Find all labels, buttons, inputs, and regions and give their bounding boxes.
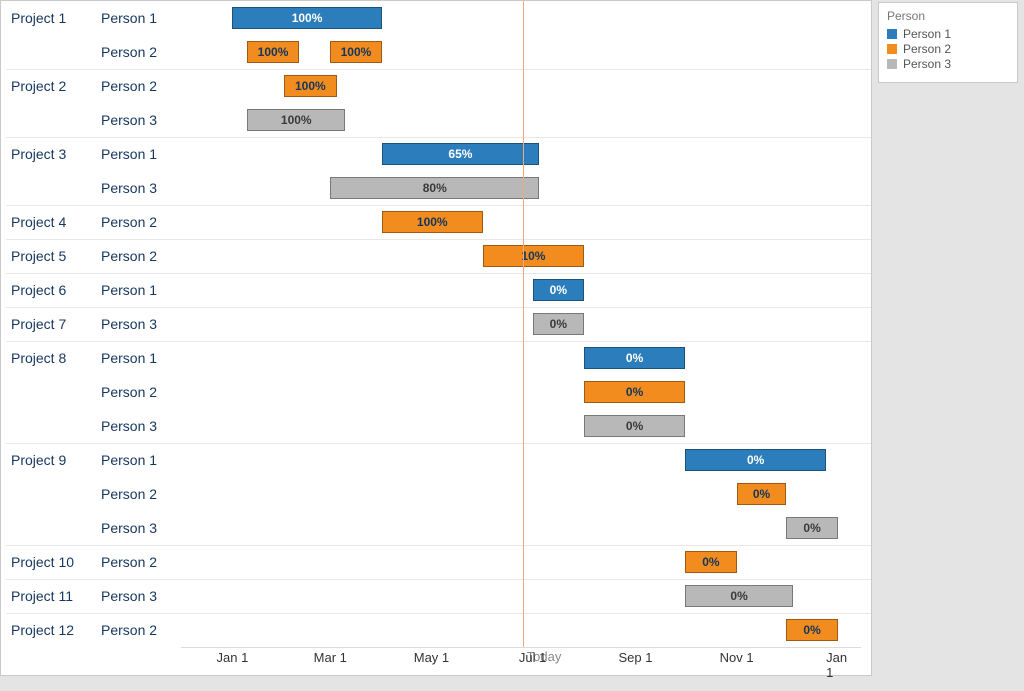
x-tick: Jan 1 (217, 650, 249, 665)
legend-label: Person 3 (903, 57, 951, 71)
row-labels: Project 1Person 1Person 2Project 2Person… (1, 1, 181, 661)
person-label: Person 2 (101, 239, 181, 273)
project-label: Project 12 (11, 613, 101, 647)
project-label: Project 3 (11, 137, 101, 171)
gantt-bar: 0% (584, 415, 685, 437)
x-tick: Nov 1 (720, 650, 754, 665)
person-label: Person 1 (101, 341, 181, 375)
x-tick: May 1 (414, 650, 449, 665)
person-label: Person 1 (101, 443, 181, 477)
person-label: Person 2 (101, 205, 181, 239)
person-label: Person 1 (101, 273, 181, 307)
gantt-plot: 100%100%100%100%100%65%80%100%10%0%0%0%0… (181, 1, 861, 647)
person-label: Person 3 (101, 409, 181, 443)
x-tick: Jul 1 (519, 650, 546, 665)
gantt-bar: 80% (330, 177, 539, 199)
person-label: Person 2 (101, 69, 181, 103)
legend-swatch-person1 (887, 29, 897, 39)
legend-item: Person 2 (887, 42, 1009, 56)
person-label: Person 3 (101, 103, 181, 137)
person-label: Person 1 (101, 137, 181, 171)
person-label: Person 2 (101, 545, 181, 579)
gantt-bar: 100% (330, 41, 381, 63)
legend-swatch-person2 (887, 44, 897, 54)
project-label: Project 2 (11, 69, 101, 103)
legend-label: Person 1 (903, 27, 951, 41)
gantt-bar: 10% (483, 245, 584, 267)
gantt-bar: 0% (685, 585, 793, 607)
gantt-bar: 100% (247, 41, 298, 63)
gantt-bar: 0% (533, 279, 584, 301)
project-label: Project 10 (11, 545, 101, 579)
gantt-bar: 0% (737, 483, 787, 505)
x-tick: Sep 1 (618, 650, 652, 665)
project-label: Project 11 (11, 579, 101, 613)
person-label: Person 3 (101, 171, 181, 205)
person-label: Person 2 (101, 477, 181, 511)
gantt-bar: 0% (584, 381, 685, 403)
project-label: Project 5 (11, 239, 101, 273)
person-label: Person 3 (101, 511, 181, 545)
project-label: Project 9 (11, 443, 101, 477)
gantt-bar: 0% (786, 619, 837, 641)
project-label: Project 8 (11, 341, 101, 375)
person-label: Person 2 (101, 613, 181, 647)
person-label: Person 2 (101, 35, 181, 69)
person-label: Person 3 (101, 579, 181, 613)
x-tick: Jan 1 (826, 650, 849, 680)
gantt-bar: 0% (786, 517, 837, 539)
legend-label: Person 2 (903, 42, 951, 56)
person-label: Person 1 (101, 1, 181, 35)
project-label: Project 7 (11, 307, 101, 341)
today-line (523, 1, 524, 647)
person-label: Person 2 (101, 375, 181, 409)
project-label: Project 1 (11, 1, 101, 35)
gantt-bar: 100% (284, 75, 337, 97)
gantt-bar: 0% (685, 551, 736, 573)
gantt-bar: 0% (685, 449, 826, 471)
legend: Person Person 1 Person 2 Person 3 (878, 2, 1018, 83)
gantt-bar: 100% (232, 7, 381, 29)
project-label: Project 4 (11, 205, 101, 239)
legend-title: Person (887, 9, 1009, 23)
legend-item: Person 3 (887, 57, 1009, 71)
x-tick: Mar 1 (314, 650, 347, 665)
gantt-chart: Project 1Person 1Person 2Project 2Person… (0, 0, 872, 676)
gantt-bar: 0% (584, 347, 685, 369)
person-label: Person 3 (101, 307, 181, 341)
x-axis: Jan 1Mar 1May 1Jul 1Sep 1Nov 1Jan 1 (181, 647, 861, 675)
gantt-bar: 100% (382, 211, 483, 233)
gantt-bar: 65% (382, 143, 540, 165)
project-label: Project 6 (11, 273, 101, 307)
gantt-bar: 0% (533, 313, 584, 335)
legend-swatch-person3 (887, 59, 897, 69)
legend-item: Person 1 (887, 27, 1009, 41)
gantt-bar: 100% (247, 109, 345, 131)
